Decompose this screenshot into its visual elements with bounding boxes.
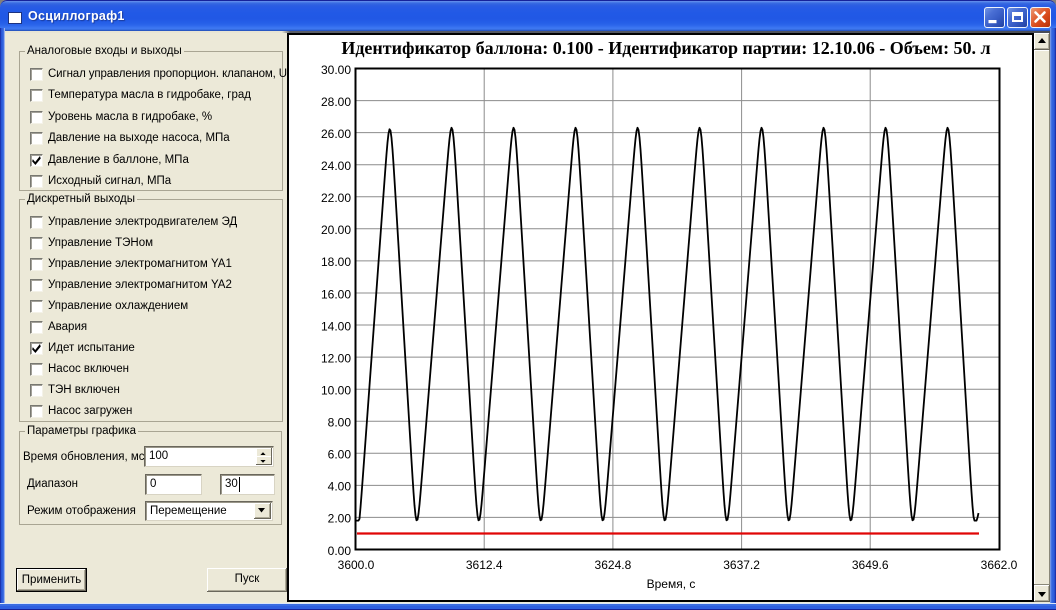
svg-text:14.00: 14.00 <box>321 319 351 333</box>
svg-text:30.00: 30.00 <box>321 63 351 77</box>
svg-text:24.00: 24.00 <box>321 159 351 173</box>
svg-text:8.00: 8.00 <box>328 416 352 430</box>
svg-text:12.00: 12.00 <box>321 351 351 365</box>
svg-text:28.00: 28.00 <box>321 95 351 109</box>
svg-text:3612.4: 3612.4 <box>466 558 503 572</box>
svg-text:Идентификатор баллона: 0.100 -: Идентификатор баллона: 0.100 - Идентифик… <box>341 38 990 58</box>
svg-text:Время, с: Время, с <box>647 577 696 591</box>
svg-text:26.00: 26.00 <box>321 127 351 141</box>
svg-text:3624.8: 3624.8 <box>595 558 632 572</box>
svg-text:2.00: 2.00 <box>328 512 352 526</box>
svg-text:3637.2: 3637.2 <box>723 558 760 572</box>
svg-text:10.00: 10.00 <box>321 384 351 398</box>
svg-text:22.00: 22.00 <box>321 191 351 205</box>
svg-text:18.00: 18.00 <box>321 255 351 269</box>
svg-text:16.00: 16.00 <box>321 287 351 301</box>
svg-text:3662.0: 3662.0 <box>981 558 1018 572</box>
svg-text:3600.0: 3600.0 <box>338 558 375 572</box>
svg-text:3649.6: 3649.6 <box>852 558 889 572</box>
svg-text:20.00: 20.00 <box>321 223 351 237</box>
svg-text:0.00: 0.00 <box>328 544 352 558</box>
svg-text:6.00: 6.00 <box>328 448 352 462</box>
svg-text:4.00: 4.00 <box>328 480 352 494</box>
